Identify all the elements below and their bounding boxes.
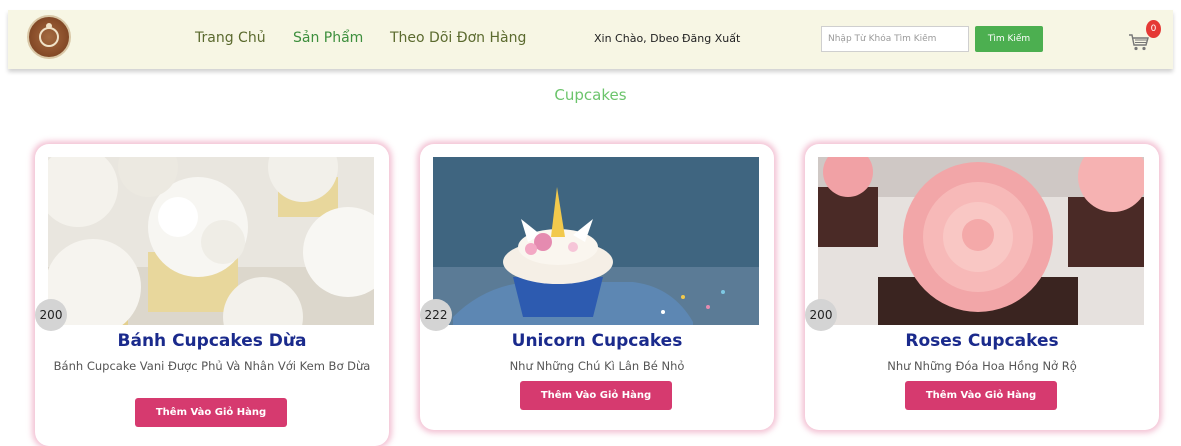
price-badge: 222 xyxy=(420,299,452,331)
add-to-cart-button[interactable]: Thêm Vào Giỏ Hàng xyxy=(520,381,672,410)
user-greeting: Xin Chào, Dbeo xyxy=(594,32,680,45)
nav-order-tracking-link[interactable]: Theo Dõi Đơn Hàng xyxy=(390,30,526,46)
nav-products-link[interactable]: Sản Phẩm xyxy=(293,30,363,46)
product-card: 222 Unicorn Cupcakes Như Những Chú Kì Lâ… xyxy=(420,144,774,430)
product-name: Roses Cupcakes xyxy=(905,331,1059,351)
product-image-coconut-cupcakes[interactable] xyxy=(48,157,374,325)
add-to-cart-button[interactable]: Thêm Vào Giỏ Hàng xyxy=(135,398,287,427)
price-badge: 200 xyxy=(35,299,67,331)
logout-link[interactable]: Đăng Xuất xyxy=(682,32,740,45)
product-image-roses-cupcakes[interactable] xyxy=(818,157,1144,325)
shop-logo-icon[interactable] xyxy=(27,15,71,59)
product-card: 200 Bánh Cupcakes Dừa Bánh Cupcake Vani … xyxy=(35,144,389,446)
product-card: 200 Roses Cupcakes Như Những Đóa Hoa Hồn… xyxy=(805,144,1159,430)
product-image-unicorn-cupcakes[interactable] xyxy=(433,157,759,325)
category-title: Cupcakes xyxy=(554,86,627,104)
product-name: Unicorn Cupcakes xyxy=(511,331,683,351)
search-input[interactable] xyxy=(821,26,969,52)
cart-count-badge: 0 xyxy=(1146,20,1161,38)
product-description: Như Những Đóa Hoa Hồng Nở Rộ xyxy=(887,359,1077,373)
cart-icon[interactable] xyxy=(1128,32,1150,52)
product-description: Như Những Chú Kì Lân Bé Nhỏ xyxy=(509,359,685,373)
product-description: Bánh Cupcake Vani Được Phủ Và Nhân Với K… xyxy=(53,359,371,373)
search-button[interactable]: Tìm Kiếm xyxy=(975,26,1043,52)
product-name: Bánh Cupcakes Dừa xyxy=(117,331,307,351)
top-navbar: Trang Chủ Sản Phẩm Theo Dõi Đơn Hàng Xin… xyxy=(8,10,1173,69)
nav-home-link[interactable]: Trang Chủ xyxy=(195,30,266,46)
add-to-cart-button[interactable]: Thêm Vào Giỏ Hàng xyxy=(905,381,1057,410)
price-badge: 200 xyxy=(805,299,837,331)
